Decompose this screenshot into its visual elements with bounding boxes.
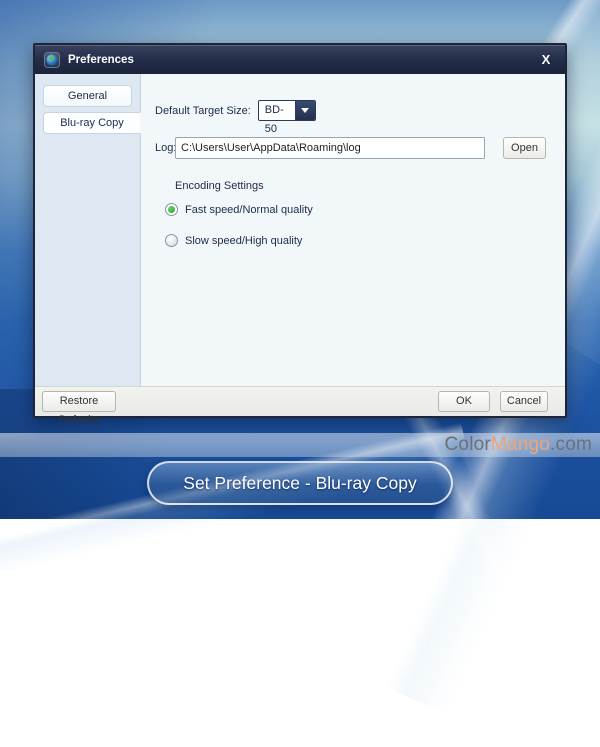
log-path-input[interactable] xyxy=(175,137,485,159)
sidebar: General Blu-ray Copy xyxy=(35,74,141,386)
target-size-label: Default Target Size: xyxy=(155,105,251,117)
watermark-banner: ColorMango.com xyxy=(0,433,600,457)
target-size-value: BD-50 xyxy=(259,101,295,120)
target-size-dropdown[interactable]: BD-50 xyxy=(258,100,316,121)
log-label: Log: xyxy=(155,142,176,154)
ok-button[interactable]: OK xyxy=(438,391,490,412)
tab-bluray-copy[interactable]: Blu-ray Copy xyxy=(43,112,141,134)
app-icon xyxy=(44,52,60,68)
preferences-dialog: Preferences X General Blu-ray Copy Defau… xyxy=(33,43,567,418)
watermark-brand-mango: Mango xyxy=(491,434,550,455)
radio-unselected-icon[interactable] xyxy=(165,234,178,247)
dialog-body: General Blu-ray Copy Default Target Size… xyxy=(35,74,565,386)
encoding-settings-heading: Encoding Settings xyxy=(175,180,264,192)
cancel-button[interactable]: Cancel xyxy=(500,391,548,412)
watermark-brand-color: Color xyxy=(445,434,491,455)
target-size-row: Default Target Size: BD-50 xyxy=(155,100,316,121)
radio-fast-speed[interactable]: Fast speed/Normal quality xyxy=(165,203,313,216)
close-icon[interactable]: X xyxy=(536,45,556,74)
settings-panel: Default Target Size: BD-50 Log: Open Enc… xyxy=(141,74,565,386)
watermark-brand-suffix: .com xyxy=(550,434,592,455)
dialog-footer: Restore Defaults OK Cancel xyxy=(35,386,565,416)
title-bar: Preferences X xyxy=(35,45,565,74)
radio-fast-label: Fast speed/Normal quality xyxy=(185,204,313,216)
restore-defaults-button[interactable]: Restore Defaults xyxy=(42,391,116,412)
tab-general[interactable]: General xyxy=(43,85,132,107)
dropdown-button[interactable] xyxy=(295,101,315,120)
radio-selected-icon[interactable] xyxy=(165,203,178,216)
radio-slow-label: Slow speed/High quality xyxy=(185,235,302,247)
chevron-down-icon xyxy=(301,108,309,117)
caption-text: Set Preference - Blu-ray Copy xyxy=(183,473,416,494)
caption-pill: Set Preference - Blu-ray Copy xyxy=(147,461,453,505)
radio-slow-speed[interactable]: Slow speed/High quality xyxy=(165,234,302,247)
radio-selected-dot xyxy=(168,206,175,213)
open-button[interactable]: Open xyxy=(503,137,546,159)
window-title: Preferences xyxy=(68,54,134,66)
